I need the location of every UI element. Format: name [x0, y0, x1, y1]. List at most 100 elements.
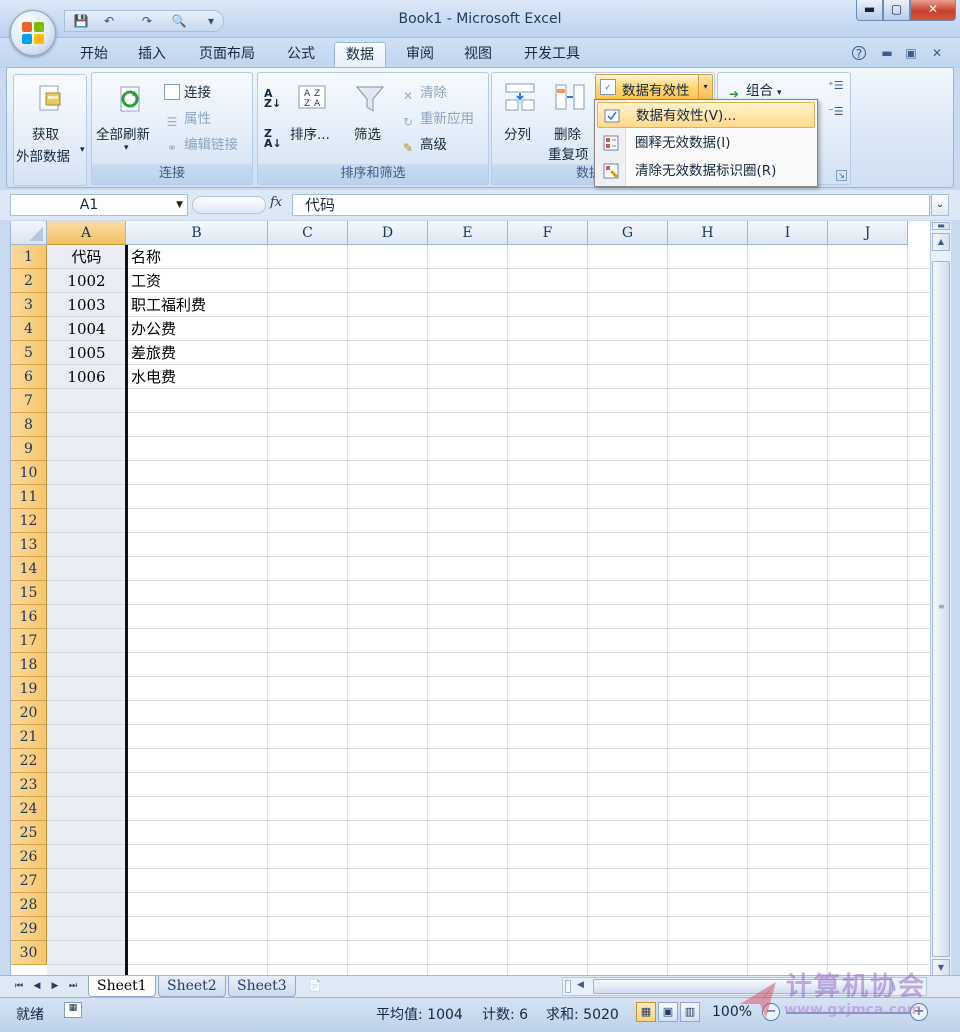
- page-layout-view-icon[interactable]: ▣: [658, 1002, 678, 1022]
- sheet-tab-sheet1[interactable]: Sheet1: [88, 976, 156, 997]
- row-header[interactable]: 15: [11, 581, 47, 605]
- row-header[interactable]: 25: [11, 821, 47, 845]
- row-header[interactable]: 3: [11, 293, 47, 317]
- refresh-all-button[interactable]: 全部刷新: [96, 123, 150, 143]
- tab-page-layout[interactable]: 页面布局: [188, 42, 266, 68]
- row-header[interactable]: 16: [11, 605, 47, 629]
- row-header[interactable]: 23: [11, 773, 47, 797]
- scroll-up-icon[interactable]: ▲: [932, 233, 950, 251]
- chevron-down-icon[interactable]: ▼: [176, 195, 183, 215]
- cell-b2[interactable]: 工资: [131, 269, 161, 293]
- insert-sheet-icon[interactable]: 📄: [304, 977, 326, 995]
- close-button[interactable]: ✕: [910, 0, 956, 21]
- horizontal-scroll-thumb[interactable]: [593, 979, 893, 994]
- reapply-button[interactable]: ↻ 重新应用: [400, 107, 474, 130]
- split-handle-icon[interactable]: ▬: [932, 222, 950, 230]
- text-to-columns-button[interactable]: 分列: [504, 123, 531, 143]
- last-sheet-icon[interactable]: ⏭: [66, 979, 80, 993]
- row-header[interactable]: 11: [11, 485, 47, 509]
- row-header[interactable]: 20: [11, 701, 47, 725]
- column-header-f[interactable]: F: [508, 221, 588, 245]
- expand-formula-bar-icon[interactable]: ⌄: [931, 194, 949, 216]
- office-button[interactable]: [10, 10, 56, 56]
- zoom-level[interactable]: 100%: [712, 1004, 752, 1020]
- show-detail-icon[interactable]: ⁺☰: [828, 79, 844, 92]
- remove-duplicates-label-2[interactable]: 重复项: [548, 143, 589, 163]
- worksheet-grid[interactable]: ABCDEFGHIJ 1 2 3 4 5 6 7 8 9 10 11 12 13 14 15 16 17 18 19…: [10, 221, 930, 975]
- tab-insert[interactable]: 插入: [128, 42, 176, 68]
- zoom-slider[interactable]: [786, 1012, 916, 1014]
- page-break-view-icon[interactable]: ▥: [680, 1002, 700, 1022]
- cell-a3[interactable]: 1003: [47, 293, 126, 317]
- tab-home[interactable]: 开始: [70, 42, 118, 68]
- customize-qat-icon[interactable]: ▾: [203, 13, 219, 29]
- minimize-button[interactable]: ▬: [856, 0, 883, 21]
- sheet-tab-sheet2[interactable]: Sheet2: [158, 976, 226, 997]
- vertical-scroll-thumb[interactable]: ≡: [932, 261, 950, 957]
- menu-item-data-validation[interactable]: 数据有效性(V)...: [597, 102, 815, 128]
- row-header[interactable]: 9: [11, 437, 47, 461]
- tab-data[interactable]: 数据: [334, 42, 386, 68]
- formula-input[interactable]: 代码: [292, 194, 930, 216]
- hsplit-handle-icon[interactable]: [565, 980, 571, 993]
- maximize-button[interactable]: ▢: [883, 0, 910, 21]
- column-header-i[interactable]: I: [748, 221, 828, 245]
- cell-b6[interactable]: 水电费: [131, 365, 176, 389]
- next-sheet-icon[interactable]: ▶: [48, 979, 62, 993]
- undo-icon[interactable]: ↶: [101, 13, 117, 29]
- column-header-c[interactable]: C: [268, 221, 348, 245]
- column-header-e[interactable]: E: [428, 221, 508, 245]
- hide-detail-icon[interactable]: ⁻☰: [828, 105, 844, 118]
- scroll-left-icon[interactable]: ◀: [577, 980, 584, 990]
- row-header[interactable]: 22: [11, 749, 47, 773]
- tab-formulas[interactable]: 公式: [276, 42, 326, 68]
- insert-function-icon[interactable]: fx: [270, 195, 282, 210]
- ribbon-minimize-icon[interactable]: ▬: [880, 46, 894, 60]
- cell-b1[interactable]: 名称: [131, 245, 161, 269]
- normal-view-icon[interactable]: ▦: [636, 1002, 656, 1022]
- remove-duplicates-label-1[interactable]: 删除: [554, 123, 581, 143]
- vertical-scrollbar[interactable]: ▬ ▲ ≡ ▼: [930, 221, 951, 977]
- cell-a2[interactable]: 1002: [47, 269, 126, 293]
- cell-area[interactable]: [47, 245, 930, 975]
- outline-dialog-launcher-icon[interactable]: ↘: [836, 170, 847, 181]
- row-header[interactable]: 13: [11, 533, 47, 557]
- row-header[interactable]: 8: [11, 413, 47, 437]
- row-header[interactable]: 24: [11, 797, 47, 821]
- ribbon-restore-icon[interactable]: ▣: [904, 46, 918, 60]
- menu-item-clear-circles[interactable]: 清除无效数据标识圈(R): [597, 158, 815, 184]
- edit-links-button[interactable]: ⚭ 编辑链接: [164, 133, 238, 156]
- column-header-h[interactable]: H: [668, 221, 748, 245]
- row-header[interactable]: 29: [11, 917, 47, 941]
- horizontal-scrollbar[interactable]: ◀: [562, 977, 927, 996]
- data-validation-dropdown-arrow[interactable]: ▾: [698, 75, 712, 99]
- row-header[interactable]: 21: [11, 725, 47, 749]
- zoom-out-icon[interactable]: −: [762, 1003, 780, 1021]
- first-sheet-icon[interactable]: ⏮: [12, 979, 26, 993]
- cell-b5[interactable]: 差旅费: [131, 341, 176, 365]
- row-header[interactable]: 7: [11, 389, 47, 413]
- clear-filter-button[interactable]: ✕ 清除: [400, 81, 447, 104]
- sort-button[interactable]: 排序...: [290, 123, 330, 143]
- row-header[interactable]: 6: [11, 365, 47, 389]
- ribbon-close-icon[interactable]: ✕: [930, 46, 944, 60]
- properties-button[interactable]: ☰ 属性: [164, 107, 211, 130]
- row-header[interactable]: 5: [11, 341, 47, 365]
- prev-sheet-icon[interactable]: ◀: [30, 979, 44, 993]
- cell-a1[interactable]: 代码: [47, 245, 126, 269]
- tab-developer[interactable]: 开发工具: [512, 42, 592, 68]
- name-box[interactable]: A1 ▼: [10, 194, 188, 216]
- column-header-j[interactable]: J: [828, 221, 908, 245]
- menu-item-circle-invalid[interactable]: 圈释无效数据(I): [597, 130, 815, 156]
- column-header-d[interactable]: D: [348, 221, 428, 245]
- get-external-data-button[interactable]: 获取 外部数据 ▾: [13, 74, 87, 186]
- column-header-b[interactable]: B: [126, 221, 268, 245]
- row-header[interactable]: 17: [11, 629, 47, 653]
- row-header[interactable]: 18: [11, 653, 47, 677]
- row-header[interactable]: 26: [11, 845, 47, 869]
- select-all-button[interactable]: [11, 221, 47, 245]
- tab-view[interactable]: 视图: [454, 42, 502, 68]
- cell-b3[interactable]: 职工福利费: [131, 293, 206, 317]
- row-header[interactable]: 30: [11, 941, 47, 965]
- row-header[interactable]: 28: [11, 893, 47, 917]
